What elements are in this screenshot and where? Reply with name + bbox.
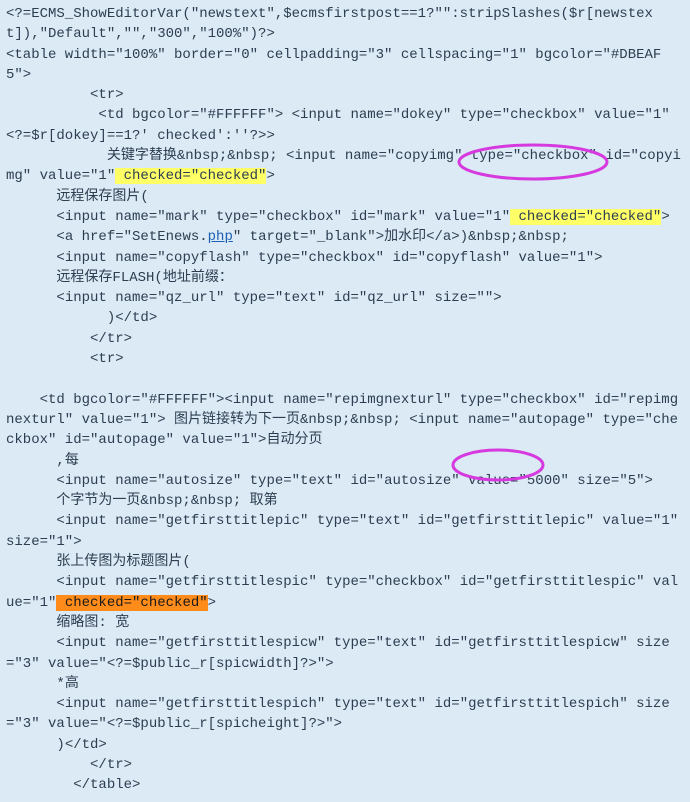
line-27: )</td>	[6, 737, 107, 753]
highlight-checked-1: checked="checked"	[115, 168, 266, 184]
line-16: <td bgcolor="#FFFFFF"><input name="repim…	[6, 392, 678, 449]
line-05a: 关键字替换&nbsp;&nbsp; <input name="copyimg" …	[6, 148, 681, 184]
line-03: <tr>	[6, 87, 124, 103]
line-22a: <input name="getfirsttitlespic" type="ch…	[6, 574, 645, 590]
line-20: <input name="getfirsttitlepic" type="tex…	[6, 513, 687, 549]
php-link[interactable]: php	[208, 229, 233, 245]
highlight-checked-2: checked="checked"	[510, 209, 661, 225]
line-21: 张上传图为标题图片(	[6, 554, 191, 570]
line-14: <tr>	[6, 351, 124, 367]
line-22d: >	[208, 595, 216, 611]
line-05c: >	[266, 168, 274, 184]
line-02: <table width="100%" border="0" cellpaddi…	[6, 47, 661, 83]
line-11: <input name="qz_url" type="text" id="qz_…	[6, 290, 502, 306]
line-09: <input name="copyflash" type="checkbox" …	[6, 250, 603, 266]
line-10: 远程保存FLASH(地址前缀：	[6, 270, 233, 286]
line-26: <input name="getfirsttitlespich" type="t…	[6, 696, 670, 732]
line-13: </tr>	[6, 331, 132, 347]
line-28: </tr>	[6, 757, 132, 773]
line-07a: <input name="mark" type="checkbox" id="m…	[6, 209, 510, 225]
highlight-checked-3: checked="checked"	[56, 595, 207, 611]
line-17: ,每	[6, 453, 79, 469]
line-23: 缩略图: 宽	[6, 615, 129, 631]
line-24: <input name="getfirsttitlespicw" type="t…	[6, 635, 670, 671]
line-12: )</td>	[6, 310, 157, 326]
line-06: 远程保存图片(	[6, 189, 149, 205]
line-18: <input name="autosize" type="text" id="a…	[6, 473, 653, 489]
line-08a: <a href="SetEnews.	[6, 229, 208, 245]
line-08c: " target="_blank">加水印</a>)&nbsp;&nbsp;	[233, 229, 569, 245]
code-snippet-wrap: <?=ECMS_ShowEditorVar("newstext",$ecmsfi…	[0, 0, 690, 802]
line-07c: >	[661, 209, 669, 225]
line-04: <td bgcolor="#FFFFFF"> <input name="doke…	[6, 107, 670, 143]
line-19: 个字节为一页&nbsp;&nbsp; 取第	[6, 493, 278, 509]
line-29: </table>	[6, 777, 140, 793]
code-snippet: <?=ECMS_ShowEditorVar("newstext",$ecmsfi…	[0, 0, 690, 802]
line-01: <?=ECMS_ShowEditorVar("newstext",$ecmsfi…	[6, 6, 653, 42]
line-25: *高	[6, 676, 79, 692]
